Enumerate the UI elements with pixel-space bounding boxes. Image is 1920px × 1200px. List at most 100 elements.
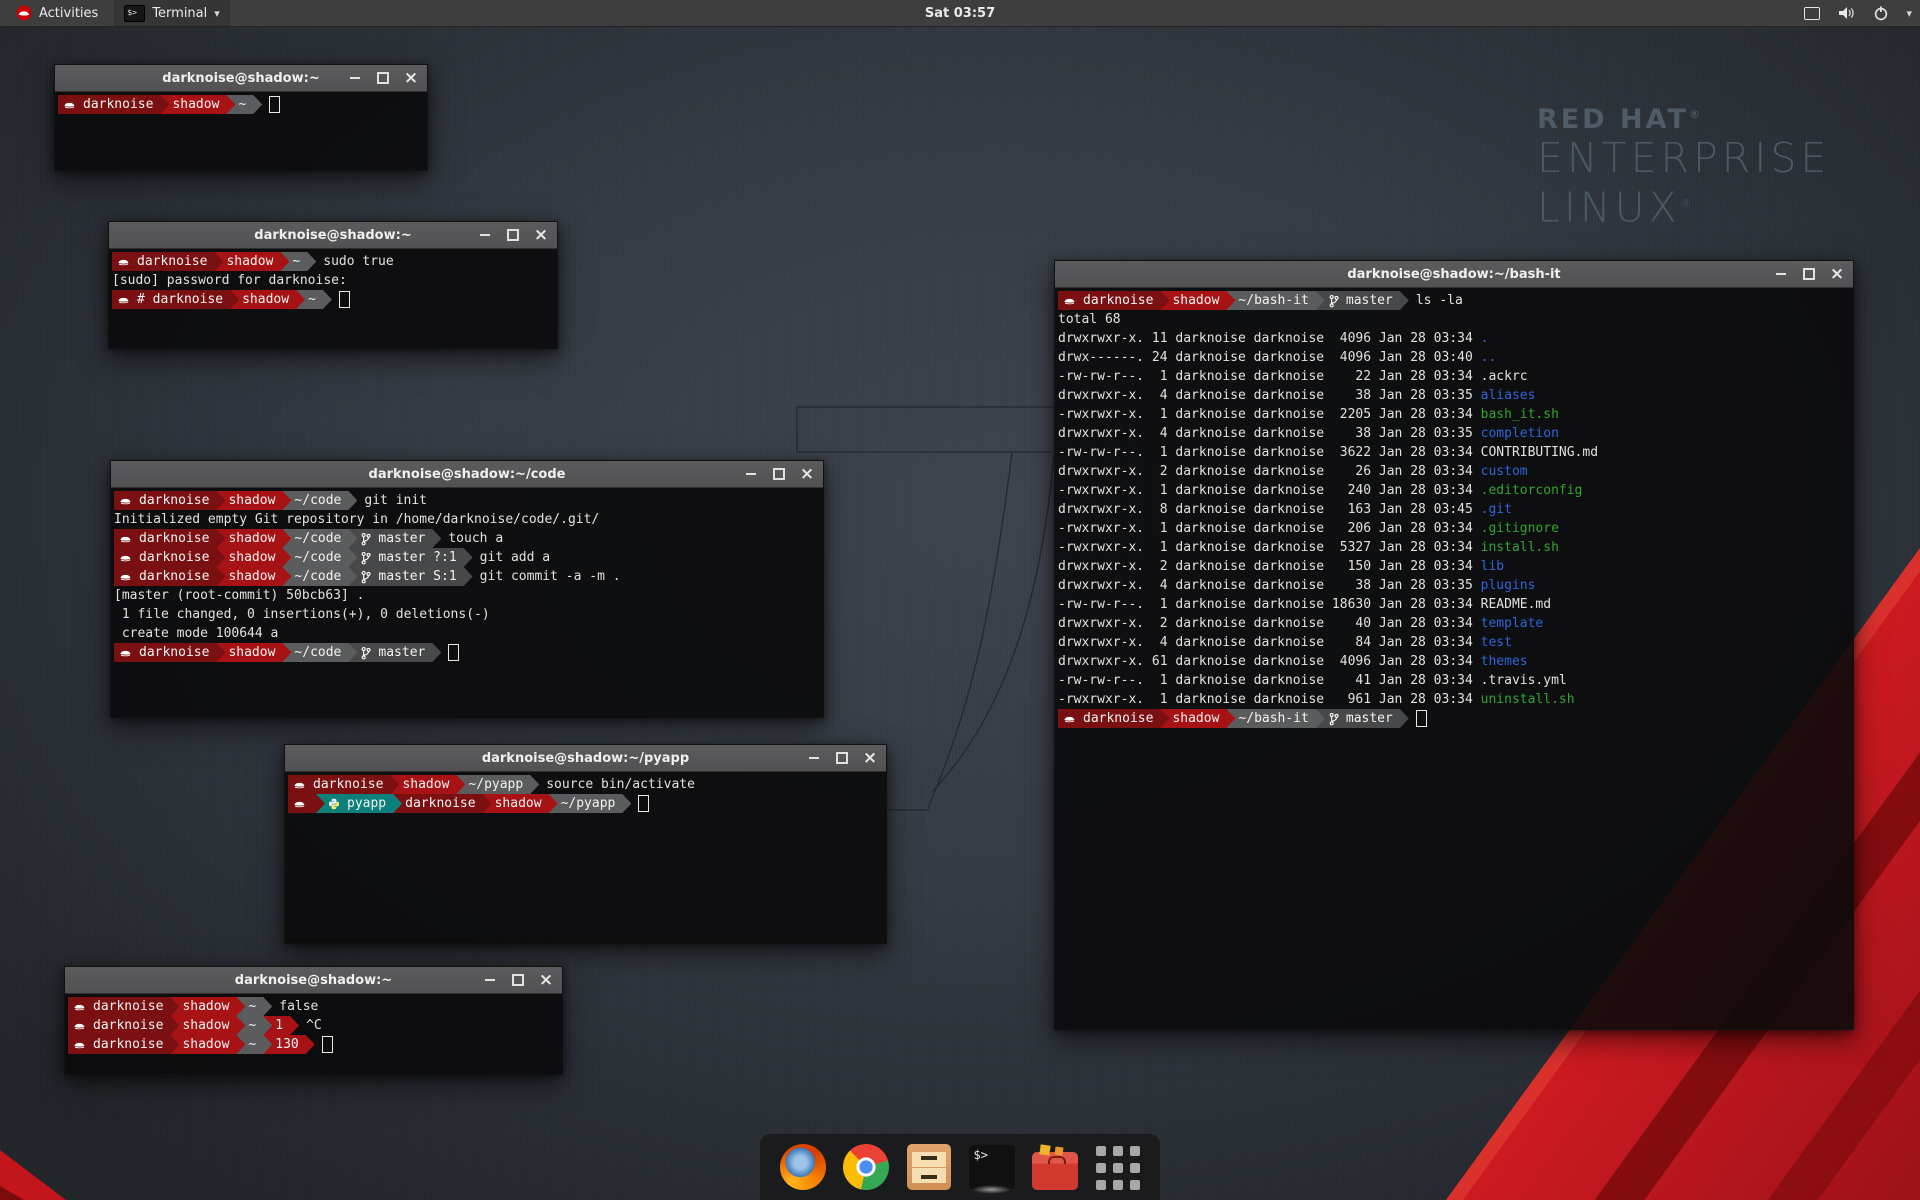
window-titlebar[interactable]: darknoise@shadow:~ × (109, 222, 557, 249)
terminal-output-line: drwxrwxr-x. 2 darknoise darknoise 26 Jan… (1058, 462, 1853, 481)
rhel-wallpaper-logo: RED HAT® ENTERPRISE LINUX® (1537, 100, 1830, 231)
minimize-button[interactable] (349, 72, 361, 84)
close-button[interactable]: × (535, 229, 547, 241)
maximize-button[interactable] (1803, 268, 1815, 280)
redhat-prompt-icon (119, 532, 132, 545)
dock: $> (760, 1134, 1160, 1200)
redhat-prompt-icon (1063, 294, 1076, 307)
prompt-segment-darkred: darknoise (114, 548, 225, 567)
clock[interactable]: Sat 03:57 (0, 6, 1920, 21)
window-title: darknoise@shadow:~/code (369, 467, 566, 482)
dock-icon-toolbox[interactable] (1032, 1144, 1078, 1190)
window-terminal-code: darknoise@shadow:~/code×darknoiseshadow~… (110, 460, 824, 718)
close-button[interactable]: × (540, 974, 552, 986)
terminal-output-line: drwxrwxr-x. 2 darknoise darknoise 40 Jan… (1058, 614, 1853, 633)
command-text: git init (348, 491, 427, 510)
window-title: darknoise@shadow:~ (254, 228, 411, 243)
close-button[interactable]: × (405, 72, 417, 84)
terminal-prompt-line: darknoiseshadow~/pyappsource bin/activat… (288, 775, 886, 794)
top-bar: Activities $> Terminal ▾ Sat 03:57 ▾ (0, 0, 1920, 27)
app-grid-icon (1096, 1145, 1140, 1190)
prompt-segment-red: shadow (390, 775, 465, 794)
terminal-content[interactable]: darknoiseshadow~/bash-itmasterls -latota… (1055, 288, 1853, 728)
terminal-content[interactable]: darknoiseshadow~/codegit initInitialized… (111, 488, 823, 662)
display-icon[interactable] (1804, 7, 1820, 20)
prompt-segment-gray: ~/code (282, 643, 357, 662)
minimize-button[interactable] (484, 974, 496, 986)
terminal-prompt-line: darknoiseshadow~/codegit init (114, 491, 823, 510)
terminal-prompt-line: darknoiseshadow~false (68, 997, 562, 1016)
activities-label: Activities (39, 6, 98, 21)
close-button[interactable]: × (1831, 268, 1843, 280)
dock-icon-terminal[interactable]: $> (969, 1144, 1015, 1190)
window-titlebar[interactable]: darknoise@shadow:~ × (65, 967, 562, 994)
maximize-button[interactable] (507, 229, 519, 241)
power-icon[interactable] (1873, 5, 1889, 21)
window-terminal-pyapp: darknoise@shadow:~/pyapp × darknoiseshadow… (284, 744, 887, 944)
redhat-prompt-icon (117, 255, 130, 268)
window-title: darknoise@shadow:~ (162, 71, 319, 86)
dock-icon-firefox[interactable] (780, 1144, 826, 1190)
terminal-icon: $> (969, 1145, 1015, 1189)
prompt-segment-gray: ~/code (282, 491, 357, 510)
logo-enterprise-line: ENTERPRISE (1537, 135, 1830, 181)
prompt-segment-darkgray: master (1316, 291, 1409, 310)
terminal-cursor (322, 1036, 333, 1053)
window-titlebar[interactable]: darknoise@shadow:~/code × (111, 461, 823, 488)
terminal-output-line: -rw-rw-r--. 1 darknoise darknoise 3622 J… (1058, 443, 1853, 462)
prompt-segment-darkred: darknoise (112, 252, 223, 271)
dock-icon-app-grid[interactable] (1095, 1144, 1141, 1190)
window-title: darknoise@shadow:~/pyapp (482, 751, 689, 766)
chevron-down-icon: ▾ (214, 7, 220, 20)
chevron-down-icon[interactable]: ▾ (1906, 7, 1912, 20)
prompt-segment-gray: ~/code (282, 529, 357, 548)
dock-icon-chrome[interactable] (843, 1144, 889, 1190)
redhat-prompt-icon (119, 646, 132, 659)
terminal-output-line: -rwxrwxr-x. 1 darknoise darknoise 240 Ja… (1058, 481, 1853, 500)
terminal-output-line: -rw-rw-r--. 1 darknoise darknoise 22 Jan… (1058, 367, 1853, 386)
maximize-button[interactable] (377, 72, 389, 84)
terminal-cursor (1416, 710, 1427, 727)
maximize-button[interactable] (773, 468, 785, 480)
git-branch-icon (360, 532, 371, 546)
minimize-button[interactable] (479, 229, 491, 241)
window-title: darknoise@shadow:~ (235, 973, 392, 988)
terminal-output-line: drwxrwxr-x. 2 darknoise darknoise 150 Ja… (1058, 557, 1853, 576)
prompt-segment-teal: pyapp (316, 794, 402, 813)
dock-icon-files[interactable] (906, 1144, 952, 1190)
terminal-prompt-line: pyappdarknoiseshadow~/pyapp (288, 794, 886, 813)
terminal-content[interactable]: darknoiseshadow~/pyappsource bin/activat… (285, 772, 886, 813)
terminal-prompt-line: darknoiseshadow~1^C (68, 1016, 562, 1035)
terminal-output-line: drwxrwxr-x. 11 darknoise darknoise 4096 … (1058, 329, 1853, 348)
terminal-output-line: drwxrwxr-x. 61 darknoise darknoise 4096 … (1058, 652, 1853, 671)
window-titlebar[interactable]: darknoise@shadow:~/bash-it× (1055, 261, 1853, 288)
terminal-content[interactable]: darknoiseshadow~ (55, 92, 427, 114)
prompt-segment-red: shadow (214, 252, 289, 271)
redhat-prompt-icon (293, 778, 306, 791)
minimize-button[interactable] (745, 468, 757, 480)
app-menu-terminal[interactable]: $> Terminal ▾ (114, 0, 229, 26)
window-titlebar[interactable]: darknoise@shadow:~/pyapp × (285, 745, 886, 772)
terminal-output-line: -rwxrwxr-x. 1 darknoise darknoise 2205 J… (1058, 405, 1853, 424)
terminal-prompt-line: darknoiseshadow~/codemaster S:1git commi… (114, 567, 823, 586)
volume-icon[interactable] (1837, 5, 1856, 21)
terminal-prompt-line: darknoiseshadow~/codemaster ?:1git add a (114, 548, 823, 567)
prompt-segment-red: shadow (216, 548, 291, 567)
close-button[interactable]: × (801, 468, 813, 480)
terminal-prompt-line: darknoiseshadow~/codemaster (114, 643, 823, 662)
activities-button[interactable]: Activities (8, 0, 106, 26)
terminal-content[interactable]: darknoiseshadow~falsedarknoiseshadow~1^C… (65, 994, 562, 1054)
maximize-button[interactable] (512, 974, 524, 986)
prompt-segment-red: shadow (1160, 291, 1235, 310)
prompt-segment-gray: ~/bash-it (1226, 709, 1324, 728)
window-titlebar[interactable]: darknoise@shadow:~ × (55, 65, 427, 92)
prompt-segment-gray: ~/code (282, 567, 357, 586)
terminal-content[interactable]: darknoiseshadow~sudo true[sudo] password… (109, 249, 557, 309)
prompt-segment-darkred: darknoise (68, 1035, 179, 1054)
minimize-button[interactable] (808, 752, 820, 764)
minimize-button[interactable] (1775, 268, 1787, 280)
maximize-button[interactable] (836, 752, 848, 764)
git-branch-icon (360, 570, 371, 584)
close-button[interactable]: × (864, 752, 876, 764)
redhat-prompt-icon (63, 98, 76, 111)
